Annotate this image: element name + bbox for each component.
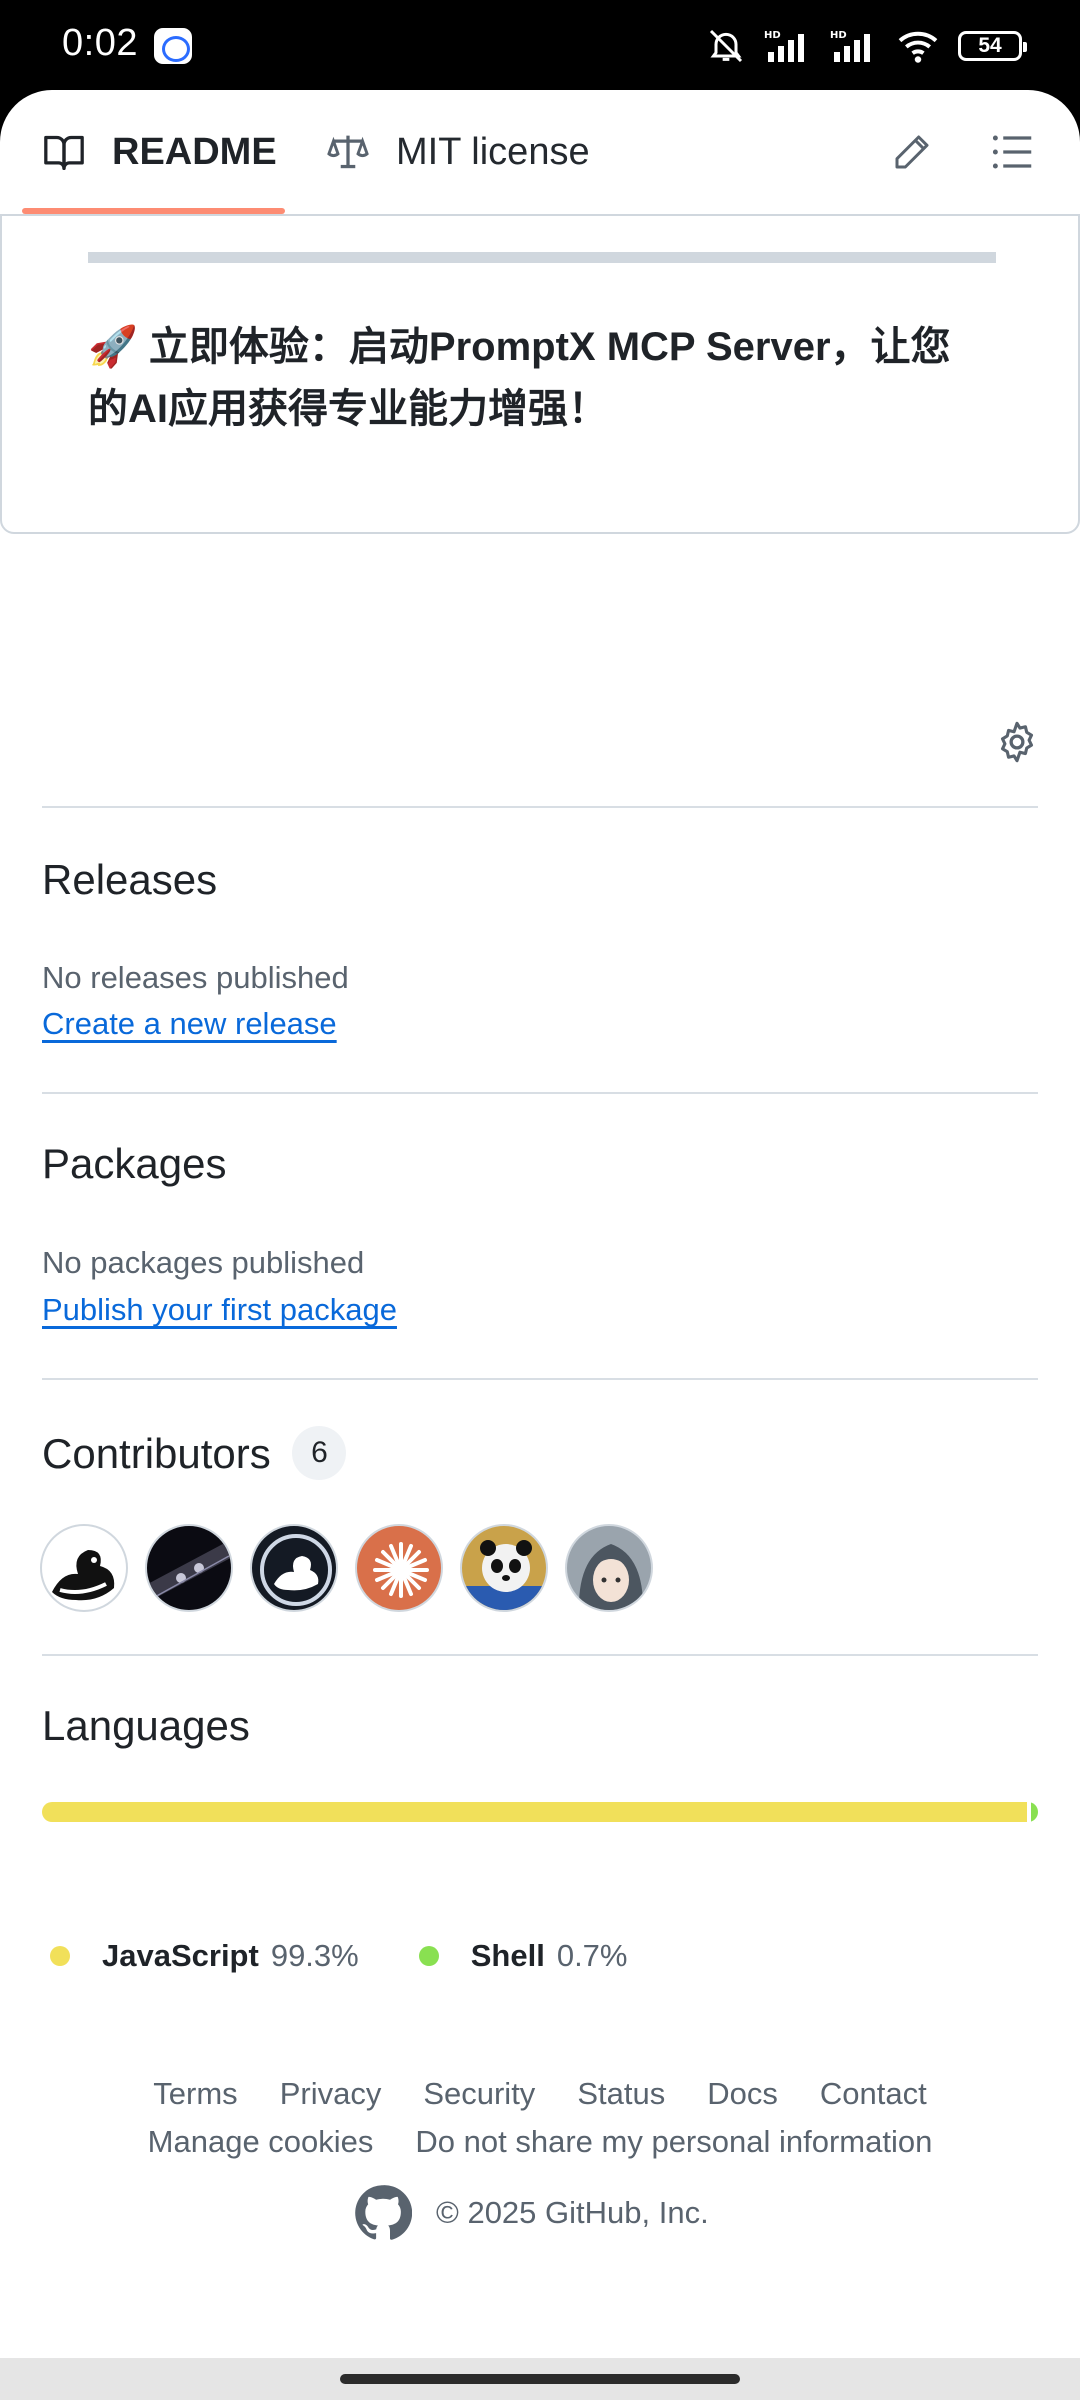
gear-icon[interactable]	[995, 720, 1039, 764]
language-bar-javascript[interactable]	[42, 1802, 1028, 1822]
footer-do-not-share-link[interactable]: Do not share my personal information	[415, 2124, 932, 2160]
divider	[42, 1092, 1038, 1094]
footer-status-link[interactable]: Status	[577, 2076, 665, 2112]
mute-bell-icon	[709, 29, 743, 63]
status-time: 0:02	[62, 22, 138, 64]
pencil-icon	[895, 135, 929, 169]
language-javascript[interactable]: JavaScript 99.3%	[50, 1938, 359, 1974]
home-gesture-handle[interactable]	[340, 2374, 740, 2384]
guitar-avatar	[147, 1540, 231, 1600]
system-navigation-bar	[0, 2358, 1080, 2400]
language-bar	[42, 1802, 1038, 1822]
language-shell[interactable]: Shell 0.7%	[418, 1938, 628, 1974]
tab-readme[interactable]: README	[22, 90, 285, 214]
language-list: JavaScript 99.3% Shell 0.7%	[50, 1938, 628, 1974]
contributors-title: Contributors	[42, 1430, 271, 1477]
svg-text:HD: HD	[830, 30, 847, 41]
sunburst-avatar	[373, 1542, 429, 1598]
footer-contact-link[interactable]: Contact	[820, 2076, 927, 2112]
repository-sheet: README MIT license �	[0, 90, 1080, 2358]
book-icon	[44, 135, 84, 170]
law-scale-icon	[327, 135, 369, 169]
list-icon	[992, 135, 1032, 169]
battery-level: 54	[978, 34, 1002, 57]
divider	[42, 806, 1038, 808]
shell-color-dot	[418, 1946, 439, 1966]
panda-avatar	[462, 1540, 546, 1610]
wifi-icon	[898, 31, 938, 63]
footer-privacy-link[interactable]: Privacy	[280, 2076, 382, 2112]
contributors-count-badge: 6	[292, 1426, 347, 1480]
footer-links-row-2: Manage cookies Do not share my personal …	[0, 2124, 1080, 2160]
packages-status: No packages published	[42, 1245, 365, 1280]
footer-manage-cookies-link[interactable]: Manage cookies	[148, 2124, 374, 2160]
status-icons: HD HD 54	[706, 24, 1027, 68]
signal-icon-2: HD	[830, 30, 870, 62]
table-of-contents-button[interactable]	[988, 128, 1036, 176]
status-bar: 0:02 HD HD 54	[0, 0, 1080, 90]
tab-license[interactable]: MIT license	[326, 90, 590, 214]
readme-content: 🚀 立即体验：启动PromptX MCP Server，让您的AI应用获得专业能…	[0, 214, 1080, 534]
footer-copyright: © 2025 GitHub, Inc.	[354, 2184, 709, 2242]
signal-icon-1: HD	[764, 30, 804, 62]
duck-dark-avatar	[260, 1534, 332, 1606]
releases-status: No releases published	[42, 960, 349, 995]
avatar[interactable]	[250, 1524, 338, 1612]
contributors-header[interactable]: Contributors 6	[42, 1426, 347, 1480]
anime-avatar	[578, 1544, 644, 1610]
languages-title: Languages	[42, 1702, 250, 1749]
footer-security-link[interactable]: Security	[423, 2076, 535, 2112]
footer-links-row-1: Terms Privacy Security Status Docs Conta…	[0, 2076, 1080, 2112]
footer-terms-link[interactable]: Terms	[153, 2076, 237, 2112]
language-name: Shell	[470, 1938, 545, 1973]
avatar[interactable]	[145, 1524, 233, 1612]
tab-readme-label: README	[112, 130, 277, 173]
svg-text:HD: HD	[764, 30, 781, 41]
chat-app-icon	[154, 28, 192, 64]
avatar[interactable]	[355, 1524, 443, 1612]
battery-indicator: 54	[958, 31, 1027, 61]
create-release-link[interactable]: Create a new release	[42, 1006, 337, 1042]
language-percent: 99.3%	[270, 1938, 359, 1973]
packages-title[interactable]: Packages	[42, 1140, 226, 1188]
readme-callout: 🚀 立即体验：启动PromptX MCP Server，让您的AI应用获得专业能…	[88, 325, 951, 431]
divider	[42, 1378, 1038, 1380]
tab-license-label: MIT license	[396, 130, 590, 173]
github-logo-icon[interactable]	[354, 2184, 412, 2242]
avatar[interactable]	[40, 1524, 128, 1612]
javascript-color-dot	[50, 1946, 70, 1966]
publish-package-link[interactable]: Publish your first package	[42, 1292, 397, 1328]
readme-horizontal-rule	[88, 252, 996, 263]
language-bar-shell[interactable]	[1031, 1802, 1038, 1822]
avatar[interactable]	[460, 1524, 548, 1612]
avatar[interactable]	[565, 1524, 653, 1612]
duck-white-avatar	[52, 1550, 115, 1601]
contributor-avatars	[40, 1524, 653, 1612]
readme-tabs: README MIT license	[0, 90, 1080, 214]
releases-title[interactable]: Releases	[42, 856, 217, 904]
copyright-text: © 2025 GitHub, Inc.	[436, 2195, 709, 2230]
language-percent: 0.7%	[556, 1938, 628, 1973]
footer-docs-link[interactable]: Docs	[707, 2076, 778, 2112]
divider	[42, 1654, 1038, 1656]
language-name: JavaScript	[102, 1938, 259, 1973]
edit-button[interactable]	[888, 128, 936, 176]
